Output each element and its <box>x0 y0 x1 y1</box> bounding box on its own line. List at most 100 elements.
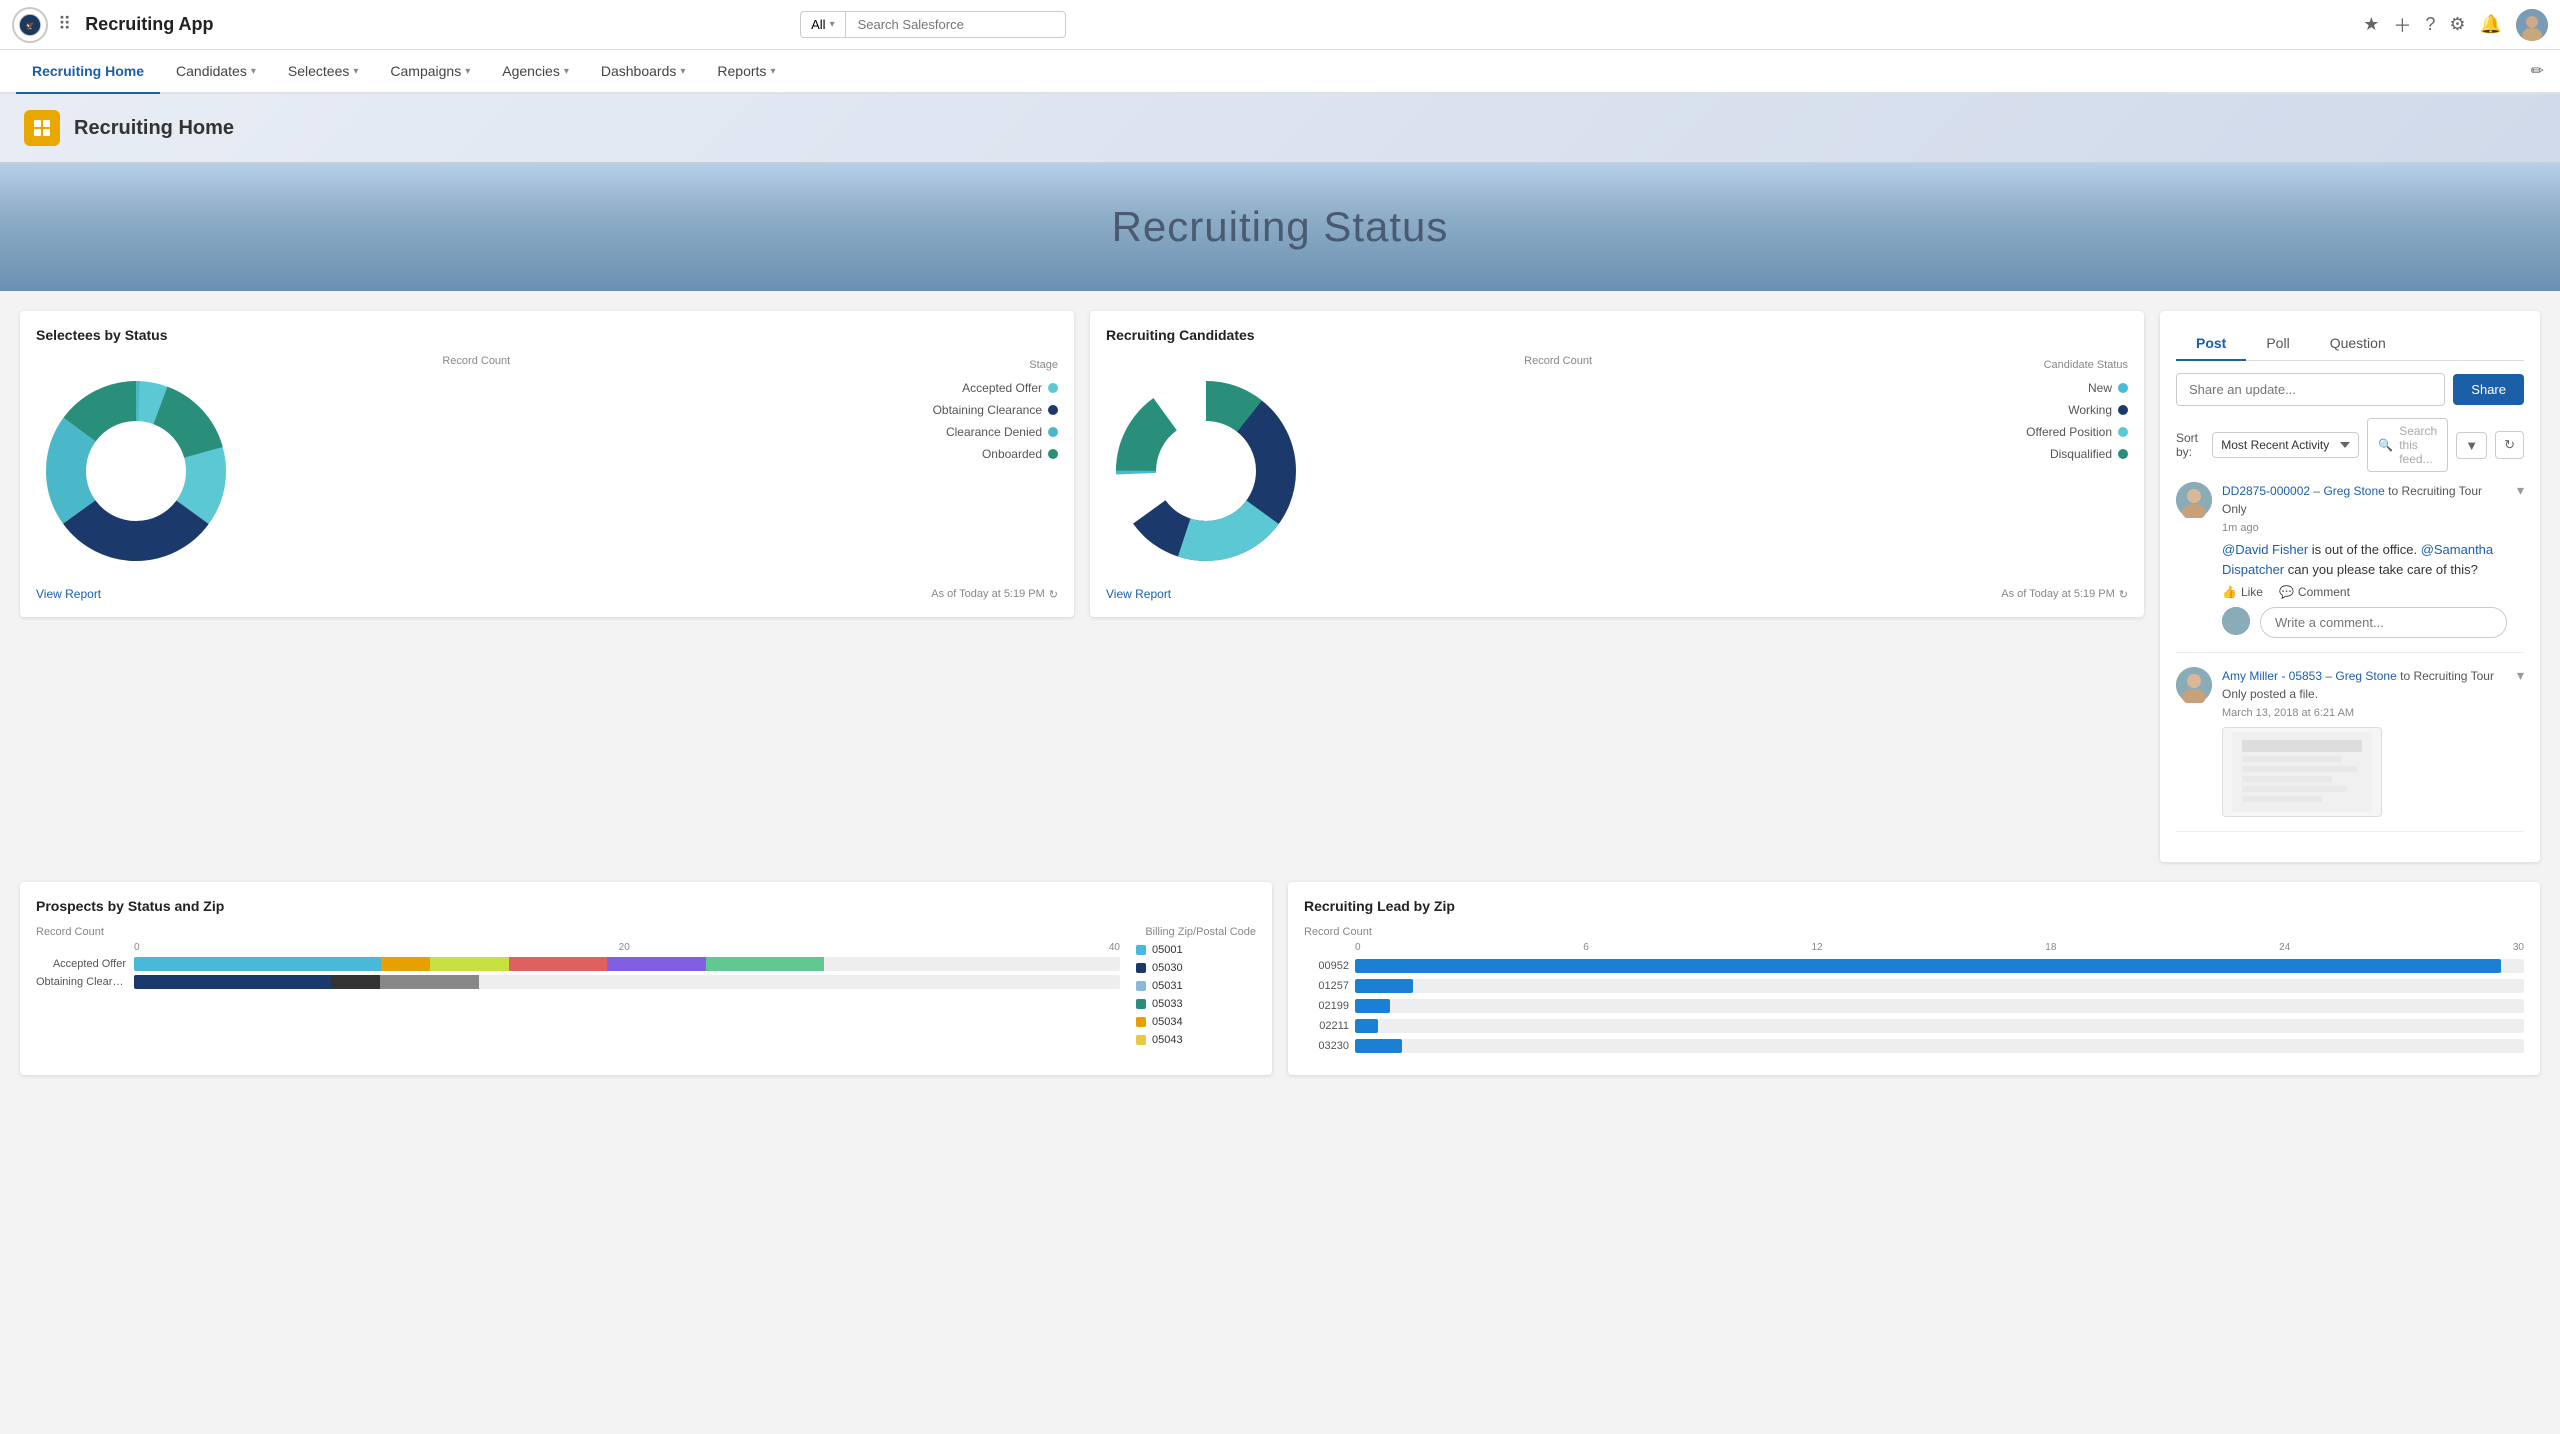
avatar[interactable] <box>2516 9 2548 41</box>
refresh-icon[interactable]: ↻ <box>1049 588 1058 601</box>
sort-row: Sort by: Most Recent Activity 🔍 Search t… <box>2176 418 2524 472</box>
like-button[interactable]: 👍 Like <box>2222 585 2263 599</box>
selectees-chart-footer: View Report As of Today at 5:19 PM ↻ <box>36 587 1058 601</box>
bar-seg-0-3 <box>509 957 608 971</box>
selectees-view-report-link[interactable]: View Report <box>36 587 101 601</box>
bar-fill-1 <box>134 975 1120 989</box>
zip-dot-3 <box>1136 999 1146 1009</box>
candidates-chevron-icon: ▾ <box>251 66 256 77</box>
lead-zip-chart: 00952 01257 02199 02211 <box>1304 959 2524 1053</box>
zip-legend-item-2: 05031 <box>1136 980 1256 992</box>
bar-seg-0-5 <box>706 957 824 971</box>
feed-time-1: 1m ago <box>2222 522 2507 534</box>
page-header-icon <box>24 110 60 146</box>
nav-recruiting-home[interactable]: Recruiting Home <box>16 50 160 94</box>
prospects-record-count-label: Record Count <box>36 926 104 938</box>
nav-reports[interactable]: Reports ▾ <box>701 50 791 94</box>
lead-zip-track-3 <box>1355 1019 2524 1033</box>
comment-input-1[interactable] <box>2260 607 2507 638</box>
zip-dot-0 <box>1136 945 1146 955</box>
refresh-feed-button[interactable]: ↻ <box>2495 431 2524 459</box>
candidates-legend-header: Candidate Status <box>2026 359 2128 371</box>
selectees-legend-item-2: Clearance Denied <box>933 425 1058 439</box>
candidates-donut <box>1106 371 1306 571</box>
candidates-chart-row: Record Count Candidate Status <box>1106 355 2128 571</box>
prospects-by-status-card: Prospects by Status and Zip Record Count… <box>20 882 1272 1075</box>
nav-dashboards[interactable]: Dashboards ▾ <box>585 50 702 94</box>
zip-legend-item-5: 05043 <box>1136 1034 1256 1046</box>
help-icon[interactable]: ? <box>2425 14 2435 35</box>
lead-zip-axis: 0 6 12 18 24 30 <box>1304 942 2524 953</box>
sort-select[interactable]: Most Recent Activity <box>2212 432 2359 458</box>
page-header: Recruiting Home <box>0 94 2560 163</box>
add-icon[interactable]: ＋ <box>2393 12 2411 38</box>
reports-chevron-icon: ▾ <box>770 66 775 77</box>
search-input[interactable] <box>846 11 1066 38</box>
recruiting-lead-card: Recruiting Lead by Zip Record Count 0 6 … <box>1288 882 2540 1075</box>
tab-post[interactable]: Post <box>2176 327 2246 361</box>
feed-item-chevron-2[interactable]: ▾ <box>2517 667 2524 817</box>
candidates-legend: Candidate Status New Working Offered Pos… <box>2026 355 2128 461</box>
prospects-card-title: Prospects by Status and Zip <box>36 898 1256 914</box>
search-all-button[interactable]: All ▾ <box>800 11 845 38</box>
bar-axis: 0 20 40 <box>36 942 1120 953</box>
recruiting-candidates-card: Recruiting Candidates Record Count <box>1090 311 2144 617</box>
lead-zip-row-2: 02199 <box>1304 999 2524 1013</box>
feed-item-2: Amy Miller - 05853 – Greg Stone to Recru… <box>2176 667 2524 832</box>
lead-zip-row-1: 01257 <box>1304 979 2524 993</box>
bar-seg-0-1 <box>381 957 430 971</box>
filter-icon-button[interactable]: ▼ <box>2456 432 2487 459</box>
feed-tabs: Post Poll Question <box>2176 327 2524 361</box>
nav-campaigns[interactable]: Campaigns ▾ <box>374 50 486 94</box>
selectees-card-title: Selectees by Status <box>36 327 1058 343</box>
nav-candidates[interactable]: Candidates ▾ <box>160 50 272 94</box>
zip-legend: 05001 05030 05031 05033 <box>1136 944 1256 1046</box>
hero-banner: Recruiting Status <box>0 163 2560 291</box>
share-row: Share <box>2176 373 2524 406</box>
notifications-icon[interactable]: 🔔 <box>2480 14 2502 35</box>
onboarded-dot <box>1048 449 1058 459</box>
feed-mention-1a[interactable]: @David Fisher <box>2222 542 2308 557</box>
bar-seg-1-2 <box>380 975 479 989</box>
favorites-icon[interactable]: ★ <box>2363 14 2379 35</box>
bar-seg-0-0 <box>134 957 381 971</box>
page-title: Recruiting Home <box>74 117 234 140</box>
feed-link-2b[interactable]: Greg Stone <box>2335 669 2396 683</box>
edit-nav-icon[interactable]: ✏ <box>2531 61 2544 81</box>
app-nav: Recruiting Home Candidates ▾ Selectees ▾… <box>0 50 2560 94</box>
accepted-offer-dot <box>1048 383 1058 393</box>
selectees-by-status-card: Selectees by Status Record Count <box>20 311 1074 617</box>
share-button[interactable]: Share <box>2453 374 2524 405</box>
comment-button[interactable]: 💬 Comment <box>2279 585 2350 599</box>
feed-link-2a[interactable]: Amy Miller - 05853 <box>2222 669 2322 683</box>
zip-dot-1 <box>1136 963 1146 973</box>
lead-zip-fill-2 <box>1355 999 1390 1013</box>
working-dot <box>2118 405 2128 415</box>
bar-label-1: Obtaining Clearan... <box>36 976 126 988</box>
selectees-donut <box>36 371 236 571</box>
nav-agencies[interactable]: Agencies ▾ <box>486 50 585 94</box>
feed-link-1a[interactable]: DD2875-000002 <box>2222 484 2310 498</box>
candidates-refresh-icon[interactable]: ↻ <box>2119 588 2128 601</box>
bar-label-0: Accepted Offer <box>36 958 126 970</box>
tab-poll[interactable]: Poll <box>2246 327 2309 361</box>
share-input[interactable] <box>2176 373 2445 406</box>
tab-question[interactable]: Question <box>2310 327 2406 361</box>
top-nav: 🦅 ⠿ Recruiting App All ▾ ★ ＋ ? ⚙ 🔔 <box>0 0 2560 50</box>
selectees-legend-item-0: Accepted Offer <box>933 381 1058 395</box>
clearance-denied-dot <box>1048 427 1058 437</box>
settings-icon[interactable]: ⚙ <box>2449 14 2465 35</box>
bar-seg-0-2 <box>430 957 509 971</box>
feed-separator-1: – <box>2313 484 2323 498</box>
lead-zip-fill-1 <box>1355 979 1413 993</box>
comment-avatar-1 <box>2222 607 2250 635</box>
candidates-view-report-link[interactable]: View Report <box>1106 587 1171 601</box>
app-launcher-icon[interactable]: ⠿ <box>58 14 71 35</box>
feed-item-chevron-1[interactable]: ▾ <box>2517 482 2524 638</box>
feed-link-1b[interactable]: Greg Stone <box>2323 484 2384 498</box>
selectees-legend: Stage Accepted Offer Obtaining Clearance… <box>933 355 1058 461</box>
new-dot <box>2118 383 2128 393</box>
nav-selectees[interactable]: Selectees ▾ <box>272 50 375 94</box>
candidates-legend-item-2: Offered Position <box>2026 425 2128 439</box>
zip-legend-item-1: 05030 <box>1136 962 1256 974</box>
